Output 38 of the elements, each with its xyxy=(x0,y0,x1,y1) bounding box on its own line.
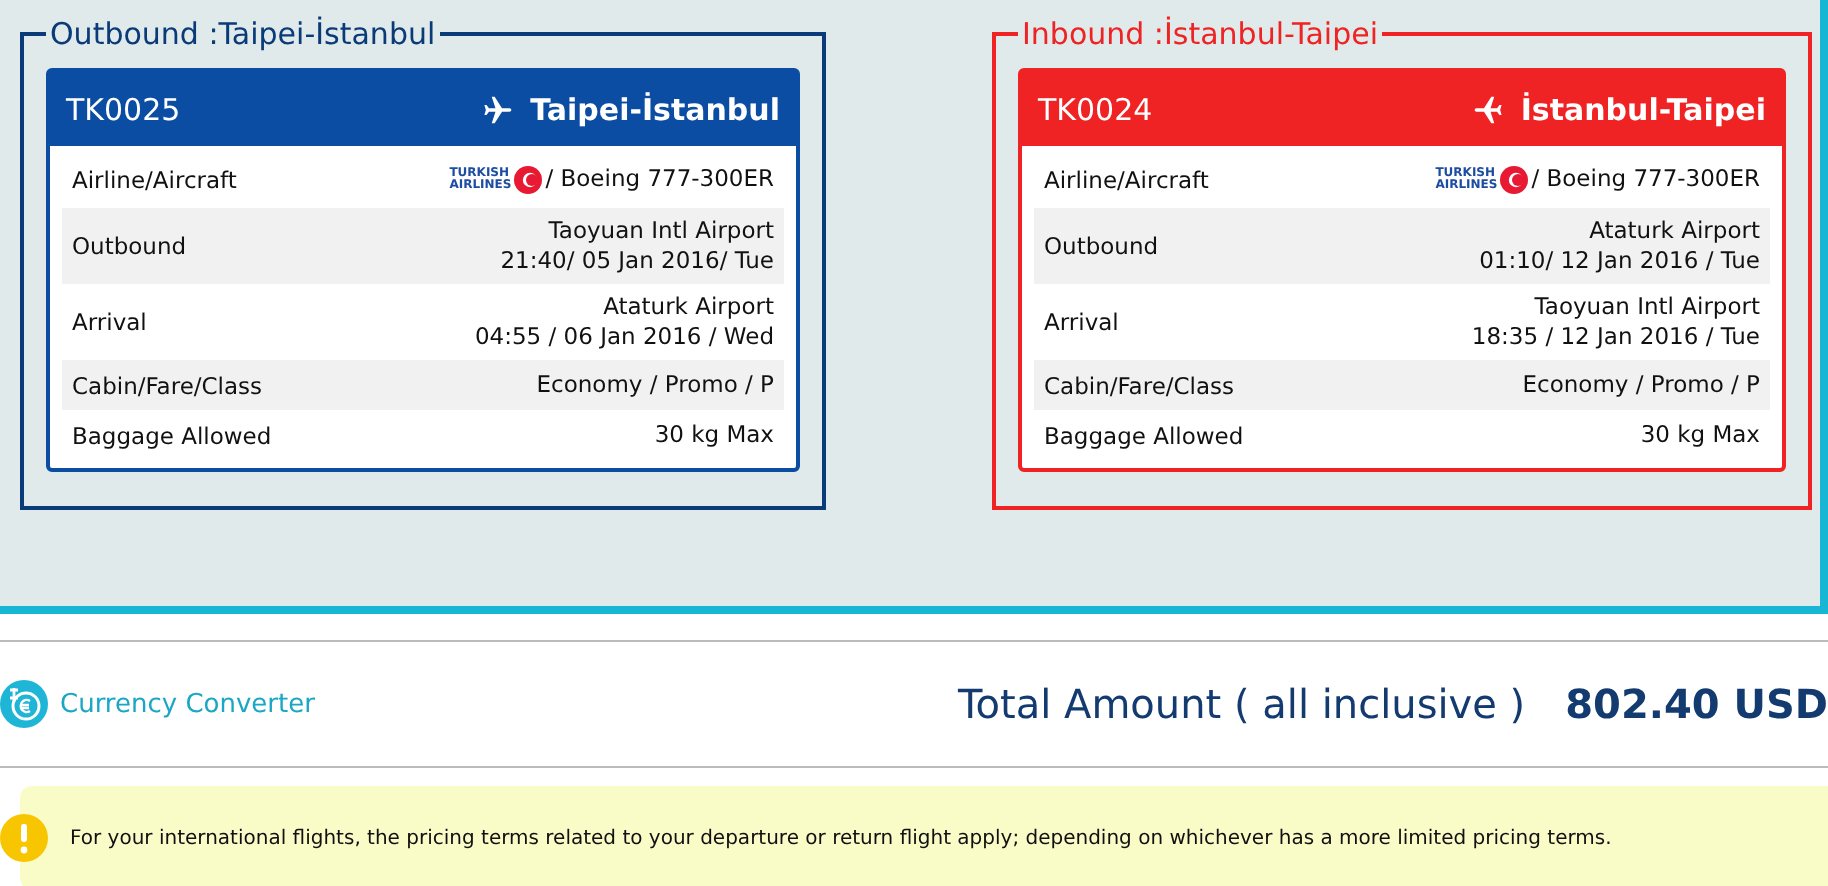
row-value: 30 kg Max xyxy=(1640,420,1760,450)
panel-legend: Inbound :İstanbul-Taipei xyxy=(1018,16,1382,52)
currency-converter-link[interactable]: Currency Converter xyxy=(0,680,315,728)
route-title: İstanbul-Taipei xyxy=(1520,91,1766,127)
row-value: 01:10/ 12 Jan 2016 / Tue xyxy=(1479,246,1760,276)
row-label: Arrival xyxy=(1044,308,1119,336)
row-label: Cabin/Fare/Class xyxy=(72,371,263,399)
row-label: Airline/Aircraft xyxy=(1044,165,1209,193)
row-value: / Boeing 777-300ER xyxy=(545,164,774,194)
row-value: Economy / Promo / P xyxy=(536,370,774,400)
row-value: / Boeing 777-300ER xyxy=(1531,164,1760,194)
row-label: Arrival xyxy=(72,308,147,336)
plane-icon xyxy=(1472,93,1505,125)
flight-code: TK0024 xyxy=(1038,91,1153,127)
row-value: 30 kg Max xyxy=(654,420,774,450)
row-label: Baggage Allowed xyxy=(72,421,272,449)
panel-legend: Outbound :Taipei-İstanbul xyxy=(46,16,440,52)
total-amount: 802.40 USD xyxy=(1565,680,1828,728)
row-value: Taoyuan Intl Airport xyxy=(1534,292,1760,322)
row-label: Airline/Aircraft xyxy=(72,165,237,193)
row-value: 18:35 / 12 Jan 2016 / Tue xyxy=(1471,322,1760,352)
row-value: 21:40/ 05 Jan 2016/ Tue xyxy=(500,246,774,276)
row-value: Ataturk Airport xyxy=(1589,216,1760,246)
row-value: Ataturk Airport xyxy=(603,292,774,322)
row-value: Economy / Promo / P xyxy=(1522,370,1760,400)
row-label: Baggage Allowed xyxy=(1044,421,1244,449)
row-label: Cabin/Fare/Class xyxy=(1044,371,1235,399)
airline-emblem-icon xyxy=(1499,165,1528,193)
notice-text: For your international flights, the pricing terms related to your departure or return flight apply; depending on whichever has a more limited pricing terms. xyxy=(70,827,1612,849)
route-title: Taipei-İstanbul xyxy=(530,91,780,127)
row-value: Taoyuan Intl Airport xyxy=(548,216,774,246)
row-label: Outbound xyxy=(72,232,187,260)
flight-code: TK0025 xyxy=(66,91,181,127)
row-label: Outbound xyxy=(1044,232,1159,260)
airline-emblem-icon xyxy=(513,165,542,193)
total-label: Total Amount ( all inclusive ) xyxy=(957,680,1526,728)
plane-icon xyxy=(482,93,515,125)
row-value: 04:55 / 06 Jan 2016 / Wed xyxy=(474,322,774,352)
